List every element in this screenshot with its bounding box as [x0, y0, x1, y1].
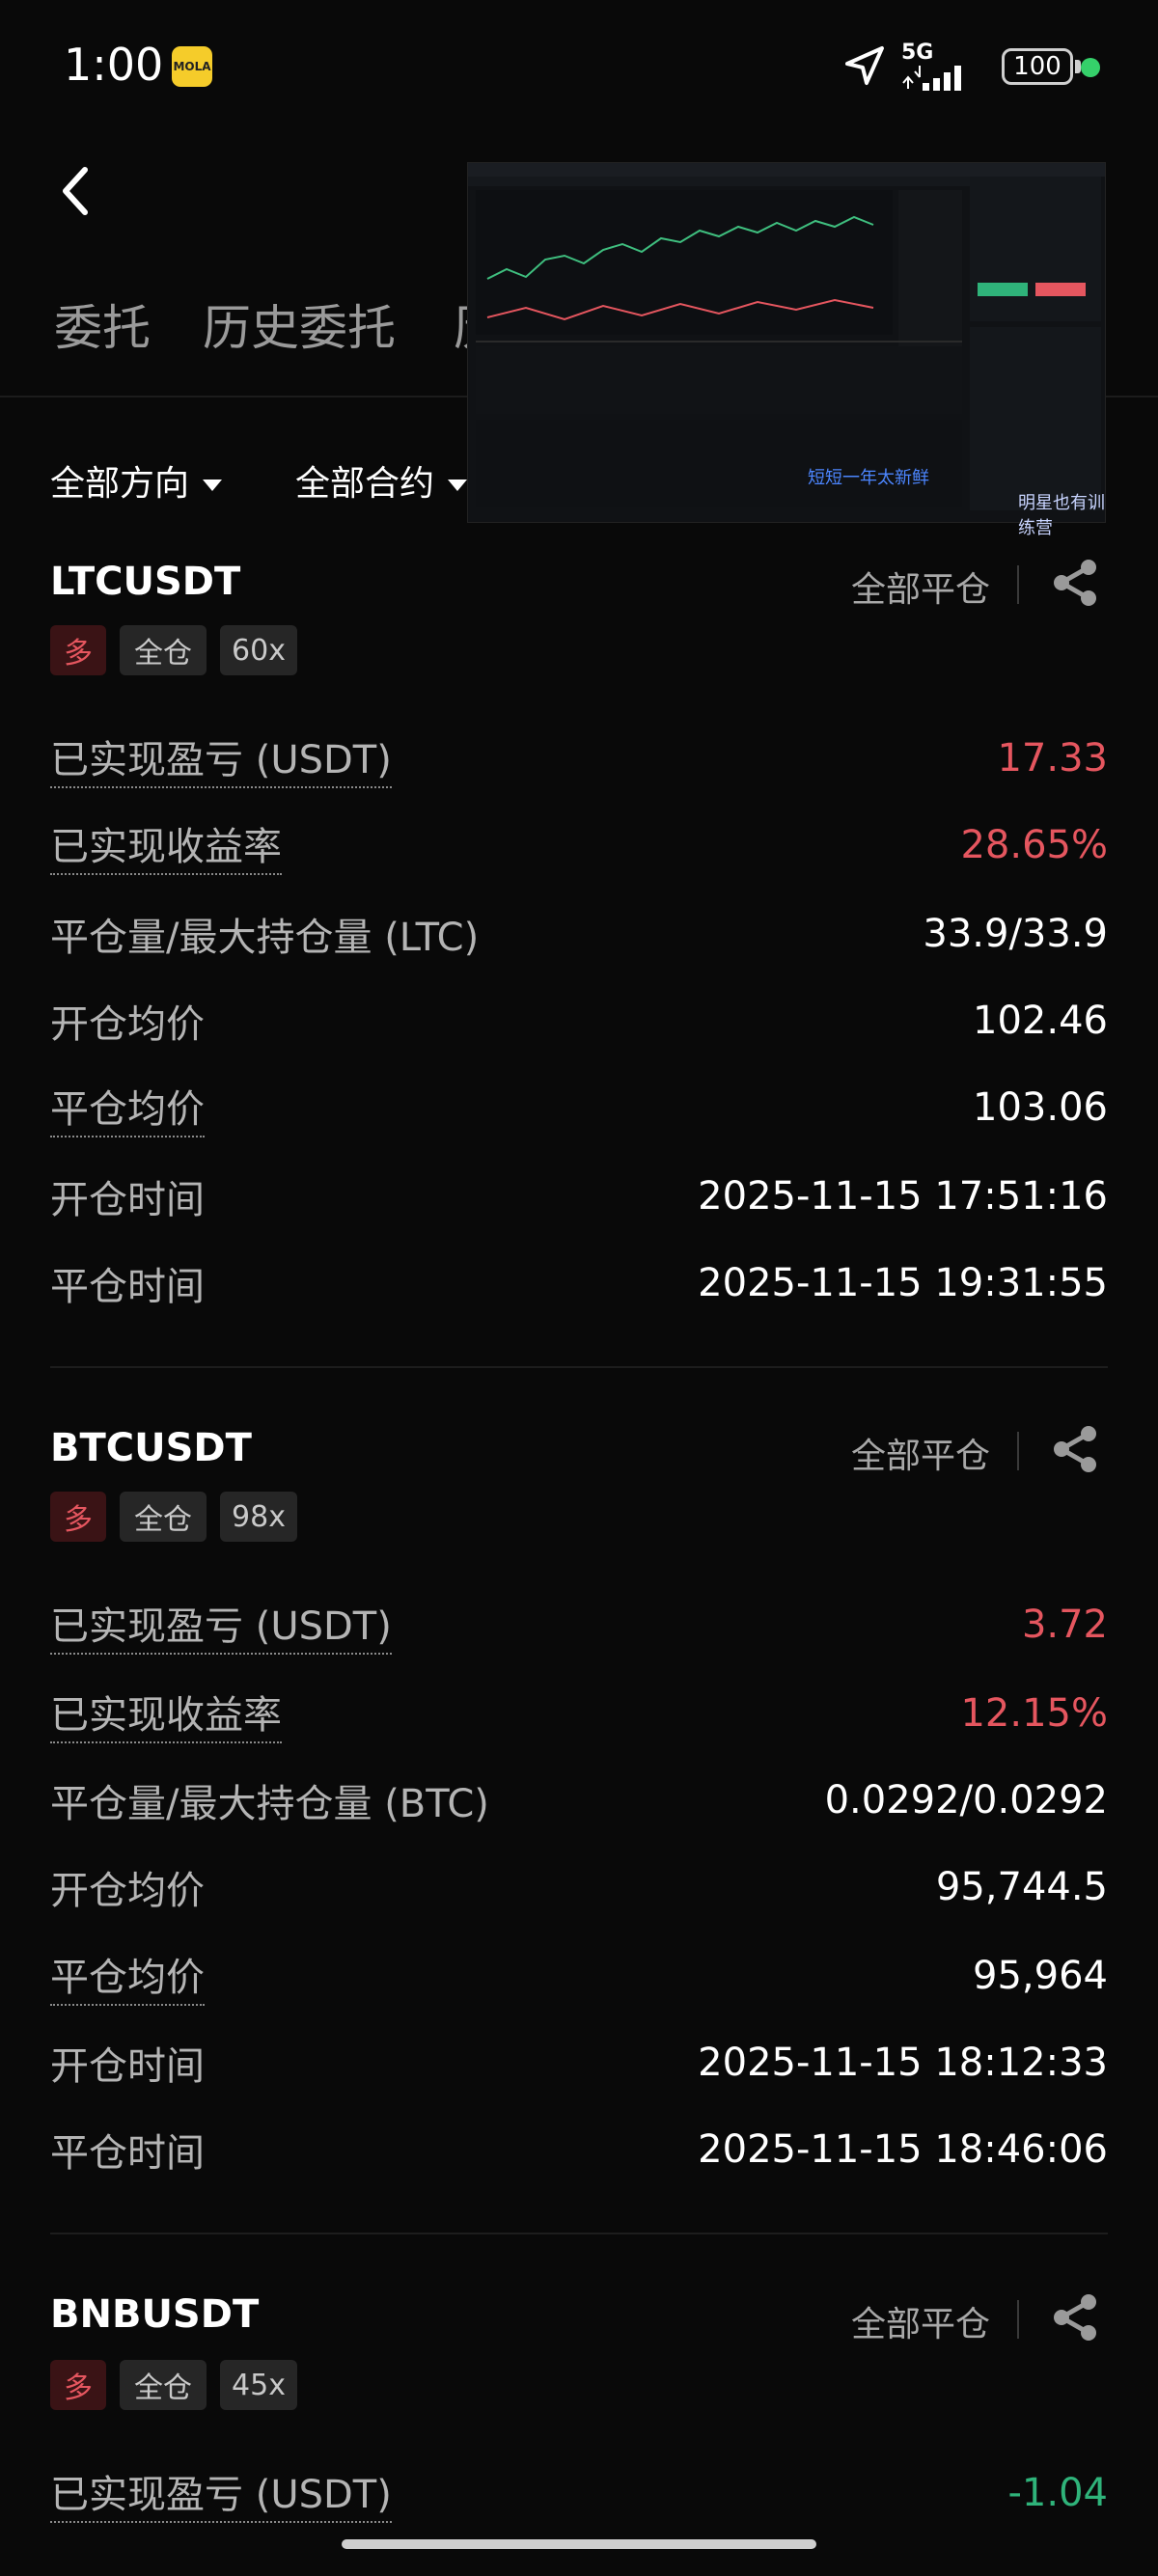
quantity-label: 平仓量/最大持仓量 (BTC) [50, 1782, 489, 1826]
roi-value: 12.15% [960, 1691, 1108, 1736]
margin-mode-badge: 全仓 [120, 625, 207, 675]
open-price-label: 开仓均价 [50, 1002, 205, 1047]
leverage-badge: 98x [220, 1492, 297, 1542]
leverage-badge: 60x [220, 625, 297, 675]
open-price-row: 开仓均价 102.46 [50, 992, 1108, 1050]
overlay-brand: 明星也有训练营 [1018, 493, 1105, 538]
share-icon[interactable] [1048, 2290, 1102, 2344]
tab-order-history[interactable]: 历史委托 [203, 289, 396, 359]
close-price-value: 103.06 [973, 1085, 1108, 1130]
side-badge: 多 [50, 2360, 106, 2410]
quantity-label: 平仓量/最大持仓量 (LTC) [50, 916, 480, 960]
pnl-value: -1.04 [1007, 2471, 1109, 2515]
close-time-label: 平仓时间 [50, 1265, 205, 1309]
card-divider [50, 2233, 1108, 2234]
share-icon[interactable] [1048, 556, 1102, 610]
action-divider [1017, 2300, 1019, 2339]
side-badge: 多 [50, 1492, 106, 1542]
chevron-down-icon [448, 480, 468, 491]
close-all-button[interactable]: 全部平仓 [851, 1428, 990, 1478]
roi-label[interactable]: 已实现收益率 [50, 1684, 282, 1743]
open-time-value: 2025-11-15 17:51:16 [698, 1174, 1108, 1219]
signal-icon [902, 66, 961, 91]
pnl-row: 已实现盈亏 (USDT) 3.72 [50, 1595, 1108, 1655]
pnl-label[interactable]: 已实现盈亏 (USDT) [50, 728, 392, 788]
pnl-label[interactable]: 已实现盈亏 (USDT) [50, 2463, 392, 2523]
close-time-row: 平仓时间 2025-11-15 18:46:06 [50, 2121, 1108, 2179]
pnl-label[interactable]: 已实现盈亏 (USDT) [50, 1595, 392, 1655]
status-time: 1:00 [64, 39, 164, 91]
action-divider [1017, 565, 1019, 604]
open-price-row: 开仓均价 95,744.5 [50, 1858, 1108, 1916]
tab-orders[interactable]: 委托 [54, 289, 151, 359]
close-time-label: 平仓时间 [50, 2131, 205, 2176]
contract-filter[interactable]: 全部合约 [295, 455, 468, 506]
battery-indicator: 100 [1002, 48, 1073, 85]
roi-row: 已实现收益率 28.65% [50, 815, 1108, 875]
open-price-value: 102.46 [973, 999, 1108, 1043]
direction-filter[interactable]: 全部方向 [50, 455, 223, 506]
quantity-row: 平仓量/最大持仓量 (LTC) 33.9/33.9 [50, 905, 1108, 963]
close-all-button[interactable]: 全部平仓 [851, 2296, 990, 2346]
open-time-label: 开仓时间 [50, 1178, 205, 1222]
close-time-row: 平仓时间 2025-11-15 19:31:55 [50, 1254, 1108, 1312]
open-time-label: 开仓时间 [50, 2044, 205, 2089]
open-time-value: 2025-11-15 18:12:33 [698, 2041, 1108, 2085]
privacy-indicator-dot [1081, 58, 1100, 77]
trading-screenshot-overlay: 短短一年太新鲜 明星也有训练营 [467, 162, 1106, 538]
contract-filter-label: 全部合约 [295, 464, 435, 504]
open-time-row: 开仓时间 2025-11-15 18:12:33 [50, 2034, 1108, 2092]
roi-row: 已实现收益率 12.15% [50, 1684, 1108, 1743]
margin-mode-badge: 全仓 [120, 2360, 207, 2410]
action-divider [1017, 1432, 1019, 1470]
position-symbol: BTCUSDT [50, 1426, 252, 1470]
roi-label[interactable]: 已实现收益率 [50, 815, 282, 875]
pnl-row: 已实现盈亏 (USDT) -1.04 [50, 2463, 1109, 2523]
close-time-value: 2025-11-15 18:46:06 [698, 2127, 1108, 2172]
pnl-row: 已实现盈亏 (USDT) 17.33 [50, 728, 1108, 788]
mola-app-icon: MOLA [172, 46, 212, 87]
direction-filter-label: 全部方向 [50, 464, 190, 504]
close-price-row: 平仓均价 95,964 [50, 1946, 1108, 2006]
position-symbol: LTCUSDT [50, 560, 241, 604]
home-indicator[interactable] [342, 2539, 816, 2549]
open-time-row: 开仓时间 2025-11-15 17:51:16 [50, 1167, 1108, 1225]
overlay-caption: 短短一年太新鲜 [808, 468, 929, 488]
network-type: 5G [901, 41, 934, 65]
roi-value: 28.65% [960, 823, 1108, 867]
card-divider [50, 1366, 1108, 1368]
pnl-value: 3.72 [1021, 1603, 1108, 1647]
chevron-down-icon [203, 480, 223, 491]
close-price-label[interactable]: 平仓均价 [50, 1078, 205, 1137]
close-price-row: 平仓均价 103.06 [50, 1079, 1108, 1137]
close-time-value: 2025-11-15 19:31:55 [698, 1261, 1108, 1305]
back-arrow-icon[interactable] [56, 162, 95, 220]
chart-thumbnail [468, 163, 1105, 510]
location-icon [845, 46, 884, 85]
leverage-badge: 45x [220, 2360, 297, 2410]
margin-mode-badge: 全仓 [120, 1492, 207, 1542]
close-price-value: 95,964 [973, 1954, 1108, 1998]
share-icon[interactable] [1048, 1422, 1102, 1476]
side-badge: 多 [50, 625, 106, 675]
open-price-value: 95,744.5 [935, 1865, 1108, 1909]
pnl-value: 17.33 [997, 736, 1108, 781]
position-symbol: BNBUSDT [50, 2292, 260, 2337]
close-price-label[interactable]: 平仓均价 [50, 1946, 205, 2006]
quantity-value: 33.9/33.9 [923, 912, 1108, 956]
quantity-row: 平仓量/最大持仓量 (BTC) 0.0292/0.0292 [50, 1771, 1108, 1829]
quantity-value: 0.0292/0.0292 [824, 1778, 1108, 1822]
close-all-button[interactable]: 全部平仓 [851, 562, 990, 612]
open-price-label: 开仓均价 [50, 1869, 205, 1913]
